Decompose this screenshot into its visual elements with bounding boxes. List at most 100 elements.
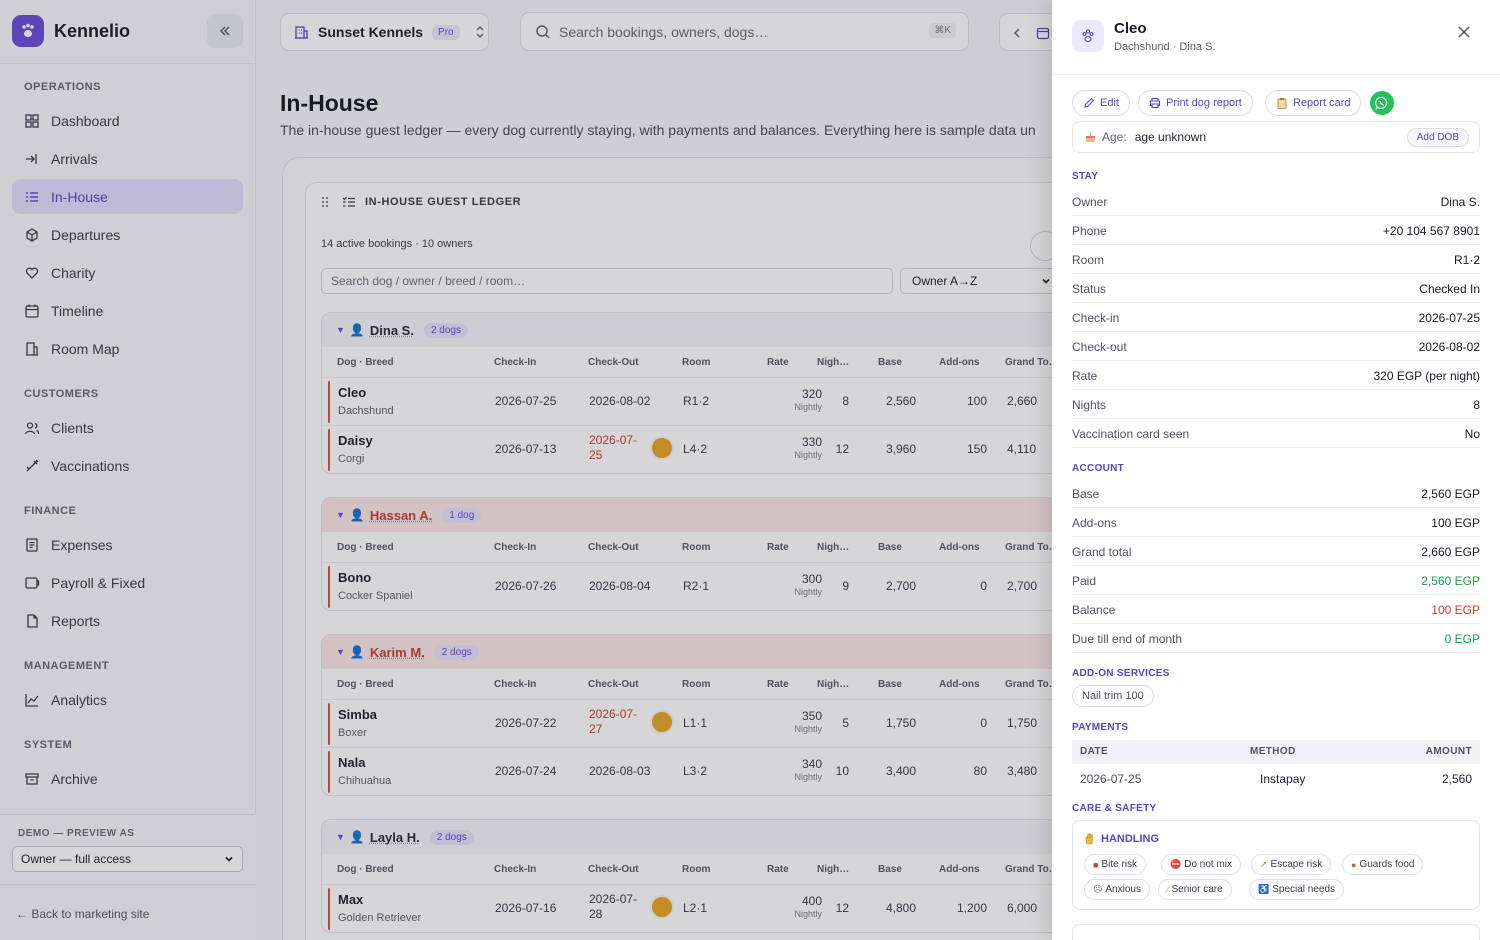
payment-amount: 2,560	[1441, 772, 1472, 786]
account-key: Base	[1072, 487, 1100, 501]
stay-value: 2026-07-25	[1418, 311, 1480, 325]
tag-label: Special needs	[1272, 884, 1336, 895]
drawer-divider	[1052, 74, 1500, 75]
tag-senior-care: ⁄ Senior care	[1158, 879, 1232, 900]
payments-col-amount: AMOUNT	[1425, 746, 1472, 757]
stay-key: Check-out	[1072, 340, 1127, 354]
edit-button[interactable]: Edit	[1072, 90, 1130, 116]
stay-key: Room	[1072, 253, 1105, 267]
handling-title-text: HANDLING	[1101, 833, 1160, 845]
whatsapp-icon	[1375, 96, 1388, 110]
cane-icon: ⁄	[1167, 884, 1169, 895]
stay-value: No	[1464, 427, 1480, 441]
tag-special-needs: ♿ Special needs	[1249, 879, 1345, 900]
account-value: 2,560 EGP	[1421, 487, 1480, 501]
account-row: Due till end of month 0 EGP	[1072, 624, 1480, 653]
paw-icon	[1082, 29, 1094, 43]
account-value: 100 EGP	[1431, 516, 1480, 530]
dog-subtitle: Dachshund · Dina S.	[1114, 41, 1216, 53]
account-key: Add-ons	[1072, 516, 1117, 530]
payments-col-method: METHOD	[1250, 746, 1296, 757]
stay-row: Owner Dina S.	[1072, 187, 1480, 216]
stay-key: Phone	[1072, 224, 1107, 238]
add-dob-button[interactable]: Add DOB	[1406, 128, 1469, 147]
stay-value: Dina S.	[1440, 195, 1480, 209]
tag-label: Senior care	[1171, 884, 1223, 895]
payment-row: 2026-07-25 Instapay 2,560	[1072, 766, 1480, 790]
report-card-button[interactable]: Report card	[1265, 90, 1362, 116]
stay-row: Check-in 2026-07-25	[1072, 303, 1480, 332]
tag-label: Guards food	[1359, 859, 1415, 870]
account-row: Grand total 2,660 EGP	[1072, 537, 1480, 566]
payments-col-date: DATE	[1080, 746, 1109, 757]
stay-row: Room R1·2	[1072, 245, 1480, 274]
age-value: age unknown	[1134, 130, 1207, 144]
drawer-backdrop[interactable]	[0, 0, 1052, 940]
payment-date: 2026-07-25	[1080, 772, 1142, 786]
age-label: Age:	[1102, 130, 1127, 144]
payment-method: Instapay	[1260, 772, 1306, 786]
stay-value: Checked In	[1419, 282, 1480, 296]
account-value: 2,560 EGP	[1421, 574, 1480, 588]
stay-row: Check-out 2026-08-02	[1072, 332, 1480, 361]
stay-key: Check-in	[1072, 311, 1120, 325]
anxious-face-icon: ☹	[1093, 884, 1103, 894]
runner-icon: ➚	[1260, 859, 1268, 869]
stay-key: Vaccination card seen	[1072, 427, 1190, 441]
next-care-card	[1072, 924, 1480, 940]
hand-icon	[1085, 833, 1093, 845]
dog-detail-drawer: Cleo Dachshund · Dina S. Edit Print dog …	[1052, 0, 1500, 940]
account-key: Grand total	[1072, 545, 1132, 559]
handling-card: HANDLING ■ Bite risk ⛔ Do not mix ➚ Escape …	[1072, 820, 1480, 910]
stay-row: Status Checked In	[1072, 274, 1480, 303]
stay-key: Nights	[1072, 398, 1107, 412]
close-icon[interactable]	[1456, 24, 1472, 40]
accessibility-icon: ♿	[1258, 884, 1270, 894]
pencil-icon	[1084, 97, 1095, 108]
dog-avatar	[1072, 20, 1104, 52]
account-section-title: ACCOUNT	[1072, 463, 1125, 474]
tag-anxious: ☹ Anxious	[1084, 879, 1150, 900]
tag-label: Escape risk	[1270, 859, 1323, 870]
stay-value: 8	[1473, 398, 1480, 412]
account-key: Balance	[1072, 603, 1116, 617]
stay-key: Rate	[1072, 369, 1098, 383]
account-row: Base 2,560 EGP	[1072, 479, 1480, 508]
report-card-label: Report card	[1293, 97, 1351, 109]
payments-table-header: DATE METHOD AMOUNT	[1072, 740, 1480, 764]
print-dog-report-button[interactable]: Print dog report	[1138, 90, 1253, 116]
food-icon: ●	[1351, 859, 1357, 870]
stay-value: R1·2	[1453, 253, 1480, 267]
account-value: 0 EGP	[1444, 632, 1480, 646]
addons-section-title: ADD-ON SERVICES	[1072, 668, 1170, 679]
stay-row: Vaccination card seen No	[1072, 419, 1480, 448]
printer-icon	[1149, 97, 1161, 109]
account-row: Paid 2,560 EGP	[1072, 566, 1480, 595]
warning-tag-icon: ■	[1093, 859, 1099, 870]
payments-section-title: PAYMENTS	[1072, 722, 1129, 733]
care-section-title: CARE & SAFETY	[1072, 803, 1157, 814]
no-entry-icon: ⛔	[1170, 859, 1182, 869]
stay-row: Rate 320 EGP (per night)	[1072, 361, 1480, 390]
tag-do-not-mix: ⛔ Do not mix	[1161, 854, 1242, 875]
account-row: Add-ons 100 EGP	[1072, 508, 1480, 537]
account-value: 2,660 EGP	[1421, 545, 1480, 559]
edit-label: Edit	[1100, 97, 1119, 109]
stay-value: 2026-08-02	[1418, 340, 1480, 354]
age-row: Age: age unknown Add DOB	[1072, 121, 1480, 153]
addon-chip: Nail trim 100	[1072, 685, 1154, 707]
account-key: Paid	[1072, 574, 1097, 588]
dog-name: Cleo	[1114, 20, 1147, 37]
tag-guards-food: ● Guards food	[1342, 854, 1424, 875]
stay-key: Status	[1072, 282, 1107, 296]
clipboard-icon	[1277, 98, 1287, 109]
stay-key: Owner	[1072, 195, 1108, 209]
whatsapp-button[interactable]	[1370, 91, 1394, 115]
account-row: Balance 100 EGP	[1072, 595, 1480, 624]
stay-row: Phone +20 104 567 8901	[1072, 216, 1480, 245]
stay-value: 320 EGP (per night)	[1373, 369, 1480, 383]
stay-row: Nights 8	[1072, 390, 1480, 419]
print-label: Print dog report	[1166, 97, 1242, 109]
tag-label: Anxious	[1105, 884, 1141, 895]
tag-label: Do not mix	[1184, 859, 1233, 870]
